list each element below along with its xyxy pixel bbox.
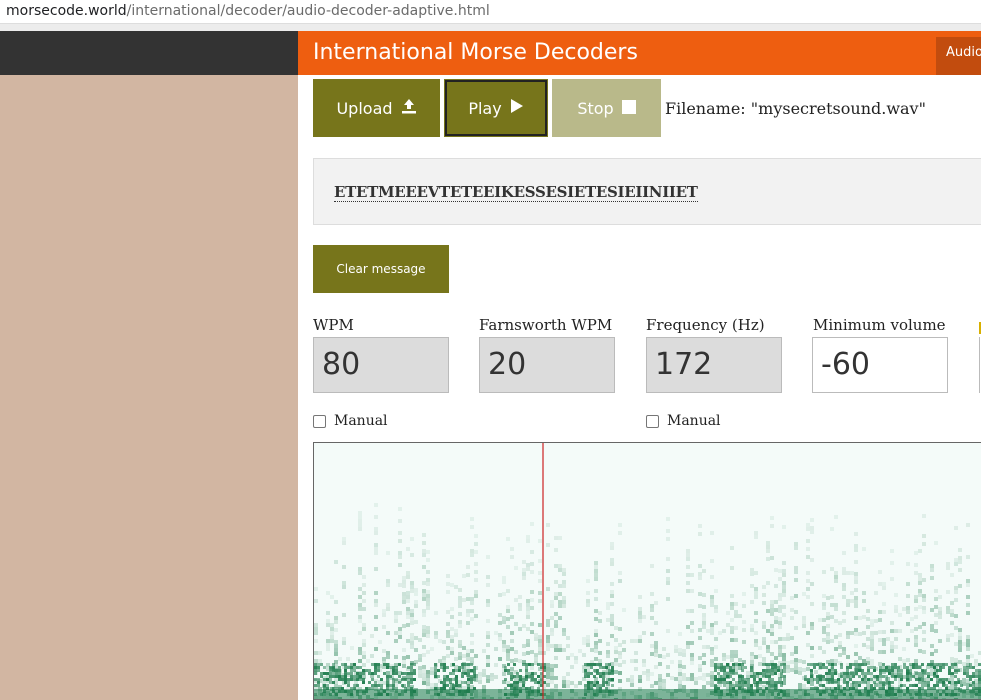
browser-gap: [0, 24, 981, 31]
url-host: morsecode.world: [6, 3, 127, 19]
wpm-manual-box[interactable]: [313, 414, 326, 428]
wpm-label: WPM: [313, 316, 354, 334]
url-path: /international/decoder/audio-decoder-ada…: [126, 3, 490, 19]
page-top-bar: [0, 31, 298, 75]
page-background: [0, 75, 298, 700]
stop-icon: [621, 99, 636, 118]
frequency-manual-checkbox[interactable]: Manual: [646, 413, 721, 429]
farnsworth-input[interactable]: 20: [479, 337, 615, 393]
frequency-input[interactable]: 172: [646, 337, 782, 393]
frequency-manual-label: Manual: [667, 413, 721, 429]
wpm-manual-label: Manual: [334, 413, 388, 429]
filename-label: Filename:: [665, 99, 746, 118]
decoder-panel: International Morse Decoders Audio Uploa…: [298, 31, 981, 700]
clear-message-button[interactable]: Clear message: [313, 245, 449, 293]
address-bar[interactable]: morsecode.world/international/decoder/au…: [0, 0, 981, 24]
wpm-input[interactable]: 80: [313, 337, 449, 393]
frequency-manual-box[interactable]: [646, 414, 659, 428]
filename-value: "mysecretsound.wav": [750, 99, 926, 118]
stop-button-label: Stop: [577, 98, 614, 118]
filename-display: Filename: "mysecretsound.wav": [665, 99, 926, 118]
wpm-manual-checkbox[interactable]: Manual: [313, 413, 388, 429]
decoded-message: ETETMEEEVTETEEIKESSESIETESIEIINIIET: [334, 183, 698, 202]
spectrogram[interactable]: [313, 442, 981, 700]
upload-icon: [401, 98, 417, 118]
decoded-message-box: ETETMEEEVTETEEIKESSESIETESIEIINIIET: [313, 158, 981, 225]
farnsworth-label: Farnsworth WPM: [479, 316, 613, 334]
tab-audio[interactable]: Audio: [936, 37, 981, 75]
play-button-label: Play: [468, 98, 502, 118]
site-header: International Morse Decoders Audio: [298, 31, 981, 75]
spectrogram-canvas: [314, 443, 981, 699]
stop-button[interactable]: Stop: [552, 79, 661, 137]
min-volume-label: Minimum volume: [813, 316, 946, 334]
upload-button[interactable]: Upload: [313, 79, 440, 137]
min-volume-input[interactable]: -60: [812, 337, 948, 393]
upload-button-label: Upload: [336, 98, 393, 118]
play-button[interactable]: Play: [444, 79, 548, 137]
frequency-label: Frequency (Hz): [646, 316, 765, 334]
page-title: International Morse Decoders: [313, 40, 638, 65]
play-icon: [510, 98, 524, 118]
